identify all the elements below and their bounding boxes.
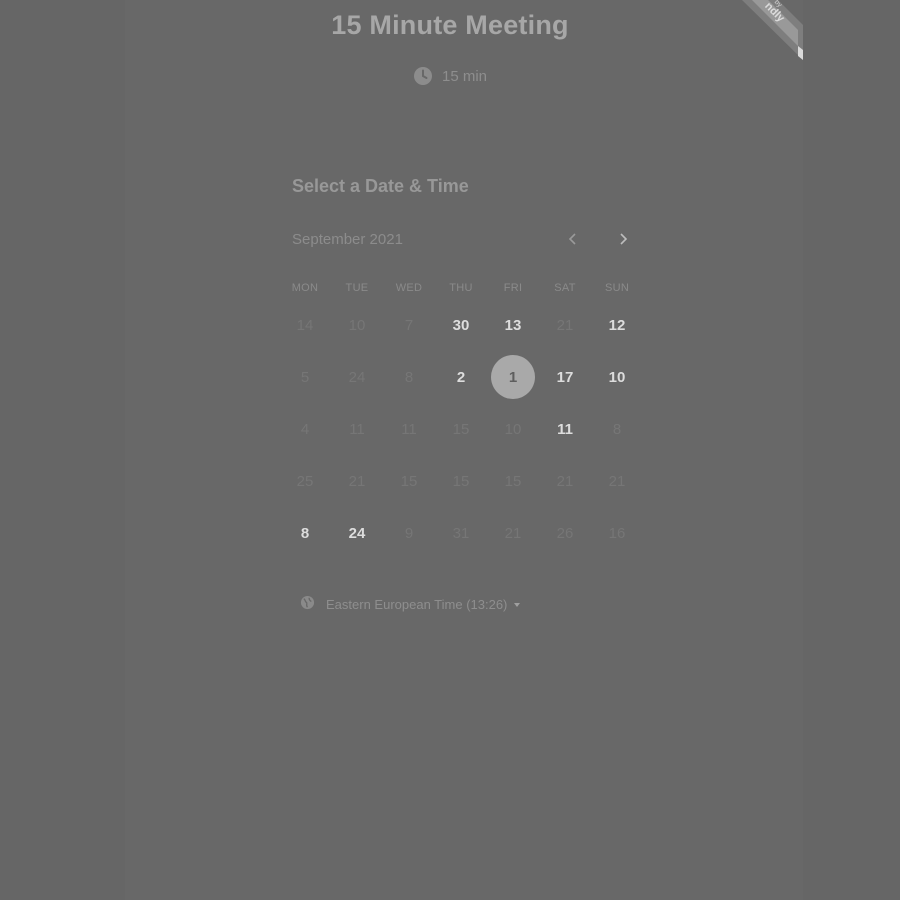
calendar-day-number: 21	[608, 472, 626, 490]
calendar-day-number: 21	[348, 472, 366, 490]
calendar-day-number: 21	[504, 524, 522, 542]
calendar-day: 21	[539, 455, 591, 507]
calendar-day-number: 26	[556, 524, 574, 542]
calendar-day-number: 10	[348, 316, 366, 334]
calendar-day-number: 1	[491, 355, 535, 399]
calendar-day-number: 24	[348, 524, 366, 542]
calendar-day-number: 15	[504, 472, 522, 490]
timezone-selector[interactable]: Eastern European Time (13:26)	[300, 595, 521, 613]
select-date-heading: Select a Date & Time	[292, 176, 469, 196]
calendar-day: 9	[383, 507, 435, 559]
calendar-day[interactable]: 17	[539, 351, 591, 403]
calendar-day: 11	[383, 403, 435, 455]
calendar-grid: 14 10 7 30 13 21 12 5 24 8 2 1 17 10 4 11 11 15 10 11 8 25 21 1…	[279, 299, 643, 559]
calendar-day: 15	[435, 403, 487, 455]
calendar-day-number: 17	[556, 368, 574, 386]
calendar-day: 8	[591, 403, 643, 455]
calendar-day-number: 10	[608, 368, 626, 386]
calendar-day: 21	[539, 299, 591, 351]
calendar-day[interactable]: 8	[279, 507, 331, 559]
powered-by-badge[interactable]: by ndly	[722, 0, 803, 60]
calendar-day[interactable]: 11	[539, 403, 591, 455]
weekday-label: WED	[395, 282, 423, 294]
calendar-day-number: 7	[404, 316, 414, 334]
calendar-day-number: 21	[556, 316, 574, 334]
weekday-label: SAT	[554, 282, 576, 294]
calendar-day: 21	[331, 455, 383, 507]
calendar-day-number: 31	[452, 524, 470, 542]
calendar-day-number: 11	[401, 420, 417, 438]
caret-down-icon	[514, 602, 521, 607]
calendar-day: 16	[591, 507, 643, 559]
calendar-day-number: 8	[404, 368, 414, 386]
calendar-day[interactable]: 13	[487, 299, 539, 351]
calendar-day-number: 12	[608, 316, 626, 334]
globe-icon	[300, 595, 315, 613]
calendar-day[interactable]: 10	[591, 351, 643, 403]
calendar-day: 26	[539, 507, 591, 559]
calendar-day-number: 21	[556, 472, 574, 490]
calendar-day-number: 2	[456, 368, 466, 386]
calendar-day: 24	[331, 351, 383, 403]
weekday-label: MON	[291, 282, 319, 294]
calendar-day-number: 8	[612, 420, 622, 438]
calendar-day: 15	[435, 455, 487, 507]
clock-icon	[413, 66, 433, 86]
duration-label: 15 min	[441, 67, 488, 85]
calendar-day-number: 25	[296, 472, 314, 490]
calendar-day-number: 11	[349, 420, 365, 438]
calendar-day-number: 8	[300, 524, 310, 542]
timezone-label: Eastern European Time (13:26)	[326, 596, 508, 612]
calendar-day: 11	[331, 403, 383, 455]
weekday-label: TUE	[345, 282, 369, 294]
calendar-day: 10	[331, 299, 383, 351]
calendar-day-selected[interactable]: 1	[487, 351, 539, 403]
weekday-header: MON TUE WED THU FRI SAT SUN	[279, 282, 641, 294]
calendar-day-number: 13	[504, 316, 522, 334]
weekday-label: FRI	[503, 282, 523, 294]
calendar-day: 15	[383, 455, 435, 507]
calendar-day[interactable]: 12	[591, 299, 643, 351]
calendar-day[interactable]: 24	[331, 507, 383, 559]
calendar-day: 14	[279, 299, 331, 351]
calendar-day-number: 4	[300, 420, 310, 438]
calendar-day: 15	[487, 455, 539, 507]
calendar-day-number: 15	[452, 472, 470, 490]
calendar-day: 4	[279, 403, 331, 455]
calendar-day: 10	[487, 403, 539, 455]
calendar-day: 7	[383, 299, 435, 351]
calendar-day-number: 11	[557, 420, 573, 438]
weekday-label: SUN	[604, 282, 630, 294]
calendar-day-number: 10	[504, 420, 522, 438]
calendar-day[interactable]: 2	[435, 351, 487, 403]
event-duration: 15 min	[0, 66, 900, 86]
calendar-day: 21	[487, 507, 539, 559]
booking-page: 15 Minute Meeting 15 min by ndly Select …	[0, 0, 900, 900]
next-month-button[interactable]	[611, 229, 635, 253]
chevron-left-icon	[567, 232, 579, 251]
month-label: September 2021	[292, 231, 403, 248]
calendar-day-number: 15	[452, 420, 470, 438]
calendar-day: 5	[279, 351, 331, 403]
calendar-day: 25	[279, 455, 331, 507]
calendar-day-number: 9	[404, 524, 414, 542]
calendar-day: 21	[591, 455, 643, 507]
chevron-right-icon	[617, 232, 629, 251]
calendar-day: 8	[383, 351, 435, 403]
calendar-day-number: 15	[400, 472, 418, 490]
previous-month-button[interactable]	[561, 229, 585, 253]
calendar-day-number: 14	[296, 316, 314, 334]
calendar-day-number: 16	[608, 524, 626, 542]
calendar-day-number: 5	[300, 368, 310, 386]
calendar-day-number: 30	[452, 316, 470, 334]
calendar-day[interactable]: 30	[435, 299, 487, 351]
weekday-label: THU	[449, 282, 473, 294]
calendar-day-number: 24	[348, 368, 366, 386]
calendar-day: 31	[435, 507, 487, 559]
